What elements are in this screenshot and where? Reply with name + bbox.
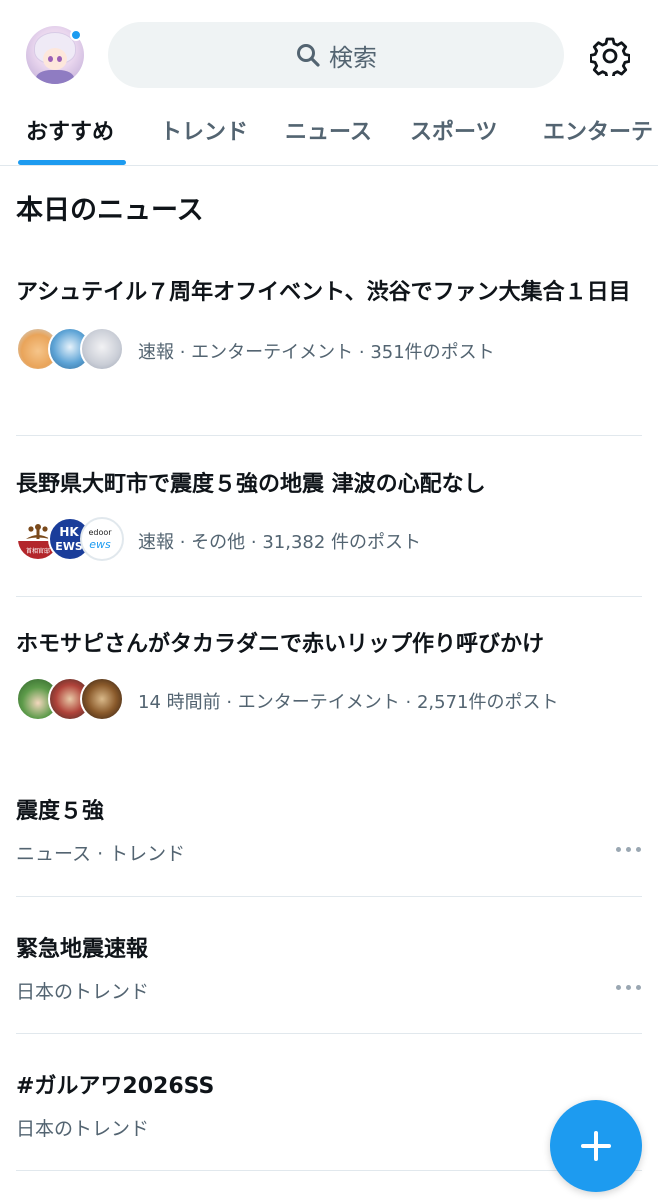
- section-title: 本日のニュース: [16, 195, 204, 226]
- more-options-icon[interactable]: [616, 845, 644, 853]
- search-bar[interactable]: 検索: [108, 22, 564, 88]
- trend-subtitle: 日本のトレンド: [16, 1118, 150, 1140]
- news-item[interactable]: 長野県大町市で震度５強の地震 津波の心配なし 首相官邸 HK EWS edoor…: [16, 470, 642, 566]
- divider: [16, 435, 642, 436]
- trend-title: #ガルアワ2026SS: [16, 1074, 215, 1099]
- trend-subtitle: 日本のトレンド: [16, 981, 150, 1003]
- news-avatars: [16, 677, 126, 725]
- tab-recommended[interactable]: おすすめ: [26, 114, 114, 146]
- divider: [16, 1170, 642, 1171]
- compose-button[interactable]: [550, 1100, 642, 1192]
- news-item[interactable]: ホモサピさんがタカラダニで赤いリップ作り呼びかけ 14 時間前 · エンターテイ…: [16, 630, 642, 726]
- trend-item[interactable]: 緊急地震速報 日本のトレンド: [16, 931, 642, 1004]
- news-avatars: 首相官邸 HK EWS edoor ews: [16, 517, 126, 565]
- tab-entertainment[interactable]: エンターテ: [543, 114, 653, 146]
- tab-sports[interactable]: スポーツ: [410, 114, 498, 146]
- seal-caption: 首相官邸: [26, 547, 50, 555]
- trend-title: 緊急地震速報: [16, 937, 149, 962]
- plus-icon: [594, 1131, 598, 1161]
- trend-item[interactable]: 震度５強 ニュース · トレンド: [16, 793, 642, 866]
- divider: [16, 1033, 642, 1034]
- avatar-eye: [57, 56, 62, 62]
- tab-trends[interactable]: トレンド: [160, 114, 248, 146]
- avatar-image: [80, 327, 124, 371]
- avatar-text: HK: [59, 525, 79, 539]
- trend-item[interactable]: #ガルアワ2026SS 日本のトレンド: [16, 1068, 642, 1141]
- news-meta: 速報 · エンターテイメント · 351件のポスト: [138, 342, 495, 363]
- tab-news[interactable]: ニュース: [285, 114, 372, 146]
- more-options-icon[interactable]: [616, 983, 644, 991]
- search-icon: [297, 44, 320, 67]
- news-headline: 長野県大町市で震度５強の地震 津波の心配なし: [16, 472, 486, 497]
- avatar-body: [36, 70, 74, 84]
- avatar-face: [43, 48, 67, 70]
- trend-title: 震度５強: [16, 799, 105, 824]
- news-avatars: [16, 327, 126, 375]
- avatar-text: EWS: [55, 540, 83, 553]
- gear-icon[interactable]: [590, 36, 630, 76]
- divider: [16, 896, 642, 897]
- notification-dot: [70, 29, 82, 41]
- top-header: 検索: [0, 0, 658, 110]
- news-item[interactable]: アシュテイル７周年オフイベント、渋谷でファン大集合１日目 速報 · エンターテイ…: [16, 278, 642, 376]
- tab-bar: おすすめ トレンド ニュース スポーツ エンターテ: [0, 104, 658, 166]
- trend-subtitle: ニュース · トレンド: [16, 843, 186, 865]
- news-headline: ホモサピさんがタカラダニで赤いリップ作り呼びかけ: [16, 632, 545, 657]
- news-headline: アシュテイル７周年オフイベント、渋谷でファン大集合１日目: [16, 280, 631, 305]
- search-label: 検索: [329, 43, 377, 72]
- active-tab-indicator: [18, 160, 126, 165]
- avatar-image: [80, 677, 124, 721]
- news-meta: 14 時間前 · エンターテイメント · 2,571件のポスト: [138, 692, 559, 713]
- avatar-eye: [48, 56, 53, 62]
- avatar-text: edoor: [88, 528, 112, 537]
- livedoor-news-avatar: edoor ews: [80, 517, 124, 561]
- news-meta: 速報 · その他 · 31,382 件のポスト: [138, 532, 422, 553]
- avatar-text: ews: [89, 538, 111, 551]
- divider: [16, 596, 642, 597]
